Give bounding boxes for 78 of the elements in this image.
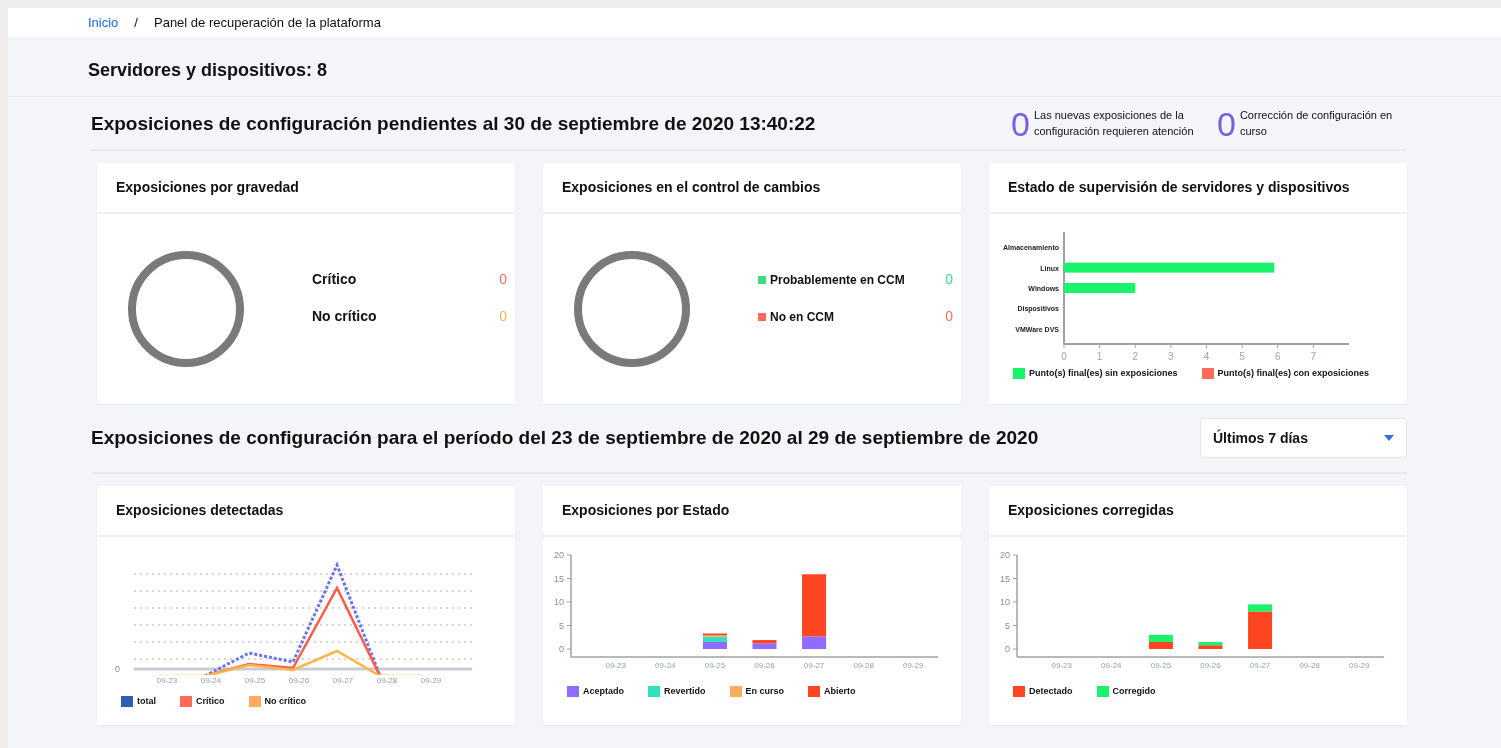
card-title: Exposiciones corregidas [1008, 502, 1174, 518]
tick-label: 0 [1005, 644, 1010, 654]
section-heading: Exposiciones de configuración pendientes al 30 de septiembre de 2020 13:40:22 [91, 112, 816, 136]
range-dropdown[interactable]: Últimos 7 días [1200, 418, 1407, 458]
tick-label: 09-24 [655, 661, 676, 670]
tick-label: 0 [1061, 351, 1067, 362]
legend-label: Punto(s) final(es) sin exposiciones [1029, 367, 1178, 380]
tick-label: 09-26 [1200, 661, 1221, 670]
card-title: Exposiciones en el control de cambios [562, 179, 821, 195]
card-title: Exposiciones por Estado [562, 502, 730, 518]
legend-label: Abierto [824, 685, 856, 698]
tick-label: 09-29 [419, 675, 443, 687]
breadcrumb-link[interactable]: Inicio [88, 12, 119, 33]
legend-value: 0 [499, 307, 507, 326]
card-title: Estado de supervisión de servidores y dispositivos [1008, 179, 1350, 195]
tick-label: 09-26 [287, 675, 311, 687]
tick-label: 09-29 [903, 661, 924, 670]
tick-label: 10 [554, 597, 564, 607]
tick-label: 09-23 [155, 675, 179, 687]
legend-label: Probablemente en CCM [770, 271, 905, 289]
legend-label: Detectado [1029, 685, 1073, 698]
tick-label: 20 [1000, 550, 1010, 560]
legend-value: 0 [945, 270, 953, 289]
tick-label: 10 [1000, 597, 1010, 607]
bar [1064, 283, 1136, 293]
legend-label: Crítico [196, 695, 225, 708]
tick-label: 09-28 [375, 675, 399, 687]
tick-label: 15 [554, 573, 564, 584]
tick-label: 6 [1274, 351, 1281, 362]
tick-label: 5 [1239, 351, 1245, 362]
legend-value: 0 [945, 307, 953, 326]
legend-label: Punto(s) final(es) con exposiciones [1217, 367, 1370, 380]
legend-label: Corregido [1112, 685, 1156, 698]
tick-label: 09-26 [754, 661, 775, 670]
tick-label: 09-23 [605, 661, 626, 670]
legend-label: Revertido [664, 685, 706, 698]
card-title: Exposiciones por gravedad [116, 179, 299, 195]
tick-label: 1 [1096, 351, 1103, 362]
counter-value: 0 [1217, 107, 1236, 141]
legend-label: No crítico [312, 307, 377, 326]
tick-label: 09-28 [853, 661, 874, 670]
legend-label: total [137, 695, 156, 708]
tick-label: 4 [1203, 351, 1210, 362]
caret-icon [1384, 435, 1394, 441]
legend-label: No en CCM [770, 308, 834, 326]
tick-label: 20 [554, 550, 564, 560]
tick-label: 5 [559, 620, 564, 631]
legend-value: 0 [499, 270, 507, 289]
tick-label: 09-25 [1150, 661, 1172, 670]
tick-label: 7 [1310, 351, 1317, 362]
tick-label: 09-24 [199, 675, 223, 687]
tick-label: 09-29 [1349, 661, 1370, 670]
page-title: Servidores y dispositivos: 8 [88, 60, 328, 80]
tick-label: 09-25 [243, 675, 267, 687]
tick-label: 09-27 [803, 661, 825, 670]
tick-label: 09-27 [331, 675, 355, 687]
tick-label: 09-27 [1249, 661, 1271, 670]
tick-label: 09-24 [1101, 661, 1122, 670]
legend-label: Aceptado [583, 685, 624, 698]
axis-label: 0 [115, 664, 120, 674]
tick-label: 15 [1000, 573, 1010, 584]
legend-label: En curso [745, 685, 785, 698]
section-heading: Exposiciones de configuración para el período del 23 de septiembre de 2020 al 29 de septiembre de 2020 [91, 426, 1039, 450]
counter-value: 0 [1011, 107, 1030, 141]
breadcrumb-current: Panel de recuperación de la plataforma [154, 13, 381, 32]
counter-label: Las nuevas exposiciones de la configuración requieren atención [1033, 107, 1195, 139]
tick-label: 09-28 [1299, 661, 1320, 670]
tick-label: 5 [1005, 620, 1010, 631]
card-title: Exposiciones detectadas [116, 502, 284, 518]
tick-label: 2 [1132, 351, 1139, 362]
tick-label: 09-23 [1051, 661, 1072, 670]
tick-label: 0 [559, 644, 564, 654]
tick-label: 09-25 [704, 661, 726, 670]
legend-label: No crítico [264, 695, 307, 708]
counter-label: Corrección de configuración en curso [1239, 107, 1394, 139]
breadcrumb-separator: / [134, 13, 138, 32]
legend-label: Crítico [312, 270, 357, 289]
tick-label: 3 [1168, 351, 1174, 362]
